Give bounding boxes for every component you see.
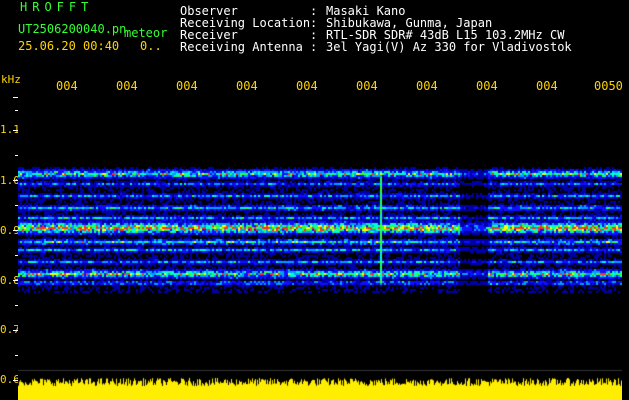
y-axis-ticks xyxy=(13,97,18,381)
y-axis-unit: kHz xyxy=(1,73,21,86)
antenna-value: 3el Yagi(V) Az 330 for Vladivostok xyxy=(326,40,572,54)
datetime: 25.06.20 00:40 xyxy=(18,39,120,53)
x-tick-label: 0050 xyxy=(594,79,623,93)
antenna-sep: : xyxy=(310,40,318,54)
x-tick-label: 004 xyxy=(176,79,198,93)
hrofft-window: HROFFT UT2506200040.pn meteor 25.06.20 0… xyxy=(0,0,629,400)
x-tick-label: 004 xyxy=(236,79,258,93)
x-tick-label: 004 xyxy=(296,79,318,93)
file-name: UT2506200040.pn xyxy=(18,22,127,36)
x-tick-label: 004 xyxy=(356,79,378,93)
app-title: HROFFT xyxy=(20,0,94,14)
count: 0.. xyxy=(140,39,162,53)
event-label: meteor xyxy=(124,26,168,40)
x-tick-label: 004 xyxy=(476,79,498,93)
x-tick-label: 004 xyxy=(416,79,438,93)
spectrogram xyxy=(18,97,622,400)
antenna-label: Receiving Antenna xyxy=(180,40,303,54)
x-tick-label: 004 xyxy=(116,79,138,93)
x-tick-label: 004 xyxy=(536,79,558,93)
x-tick-label: 004 xyxy=(56,79,78,93)
